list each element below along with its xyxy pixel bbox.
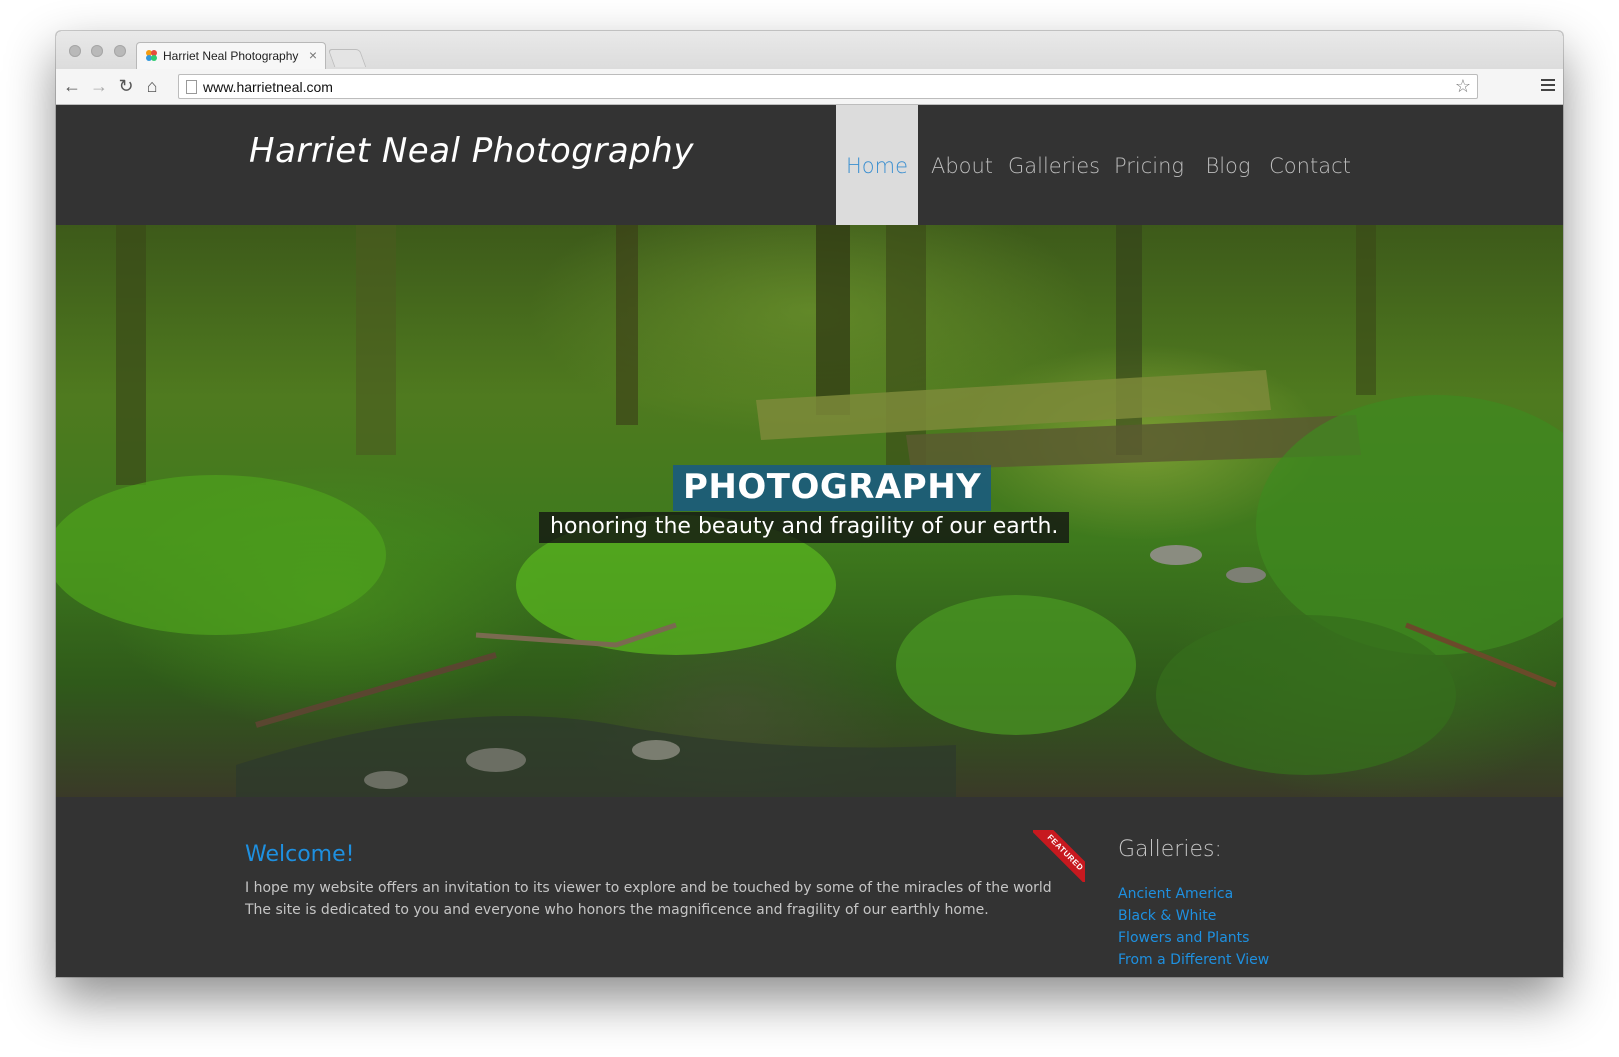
nav-blog[interactable]: Blog [1200,105,1256,225]
forward-icon[interactable]: → [88,75,110,97]
favicon-icon [146,50,157,61]
close-tab-icon[interactable]: × [309,47,317,63]
gallery-link-flowers-plants[interactable]: Flowers and Plants [1118,927,1269,949]
tab-title: Harriet Neal Photography [163,49,299,63]
new-tab-button[interactable] [327,49,367,67]
browser-toolbar: ← → ↻ ⌂ www.harrietneal.com ☆ [56,69,1563,105]
welcome-heading: Welcome! [245,842,355,867]
home-icon[interactable]: ⌂ [141,75,163,97]
featured-ribbon: FEATURED [1033,830,1085,882]
site-title[interactable]: Harriet Neal Photography [249,131,694,171]
welcome-text: I hope my website offers an invitation t… [245,880,1052,918]
minimize-window-button[interactable] [91,45,104,57]
maximize-window-button[interactable] [113,45,126,57]
close-window-button[interactable] [69,45,81,57]
hero-banner: PHOTOGRAPHY honoring the beauty and frag… [56,225,1563,797]
gallery-links: Ancient America Black & White Flowers an… [1118,883,1269,971]
address-bar[interactable]: www.harrietneal.com ☆ [178,74,1478,99]
galleries-heading: Galleries: [1118,837,1222,862]
nav-home[interactable]: Home [836,105,918,225]
reload-icon[interactable]: ↻ [115,75,137,97]
browser-tab[interactable]: Harriet Neal Photography × [136,42,326,69]
nav-pricing[interactable]: Pricing [1110,105,1188,225]
hero-subtitle: honoring the beauty and fragility of our… [539,512,1070,543]
bookmark-star-icon[interactable]: ☆ [1455,76,1471,97]
gallery-link-different-view[interactable]: From a Different View [1118,949,1269,971]
content-area: Welcome! I hope my website offers an inv… [56,797,1563,977]
gallery-link-black-white[interactable]: Black & White [1118,905,1269,927]
page-icon [186,80,197,94]
nav-about[interactable]: About [927,105,997,225]
featured-badge: FEATURED [1033,830,1085,882]
gallery-link-ancient-america[interactable]: Ancient America [1118,883,1269,905]
browser-window: Harriet Neal Photography × ← → ↻ ⌂ www.h… [56,31,1563,977]
url-text[interactable]: www.harrietneal.com [203,79,333,95]
forest-photo [56,225,1563,797]
nav-contact[interactable]: Contact [1268,105,1352,225]
back-icon[interactable]: ← [61,75,83,97]
hero-title: PHOTOGRAPHY [673,465,992,511]
tab-strip: Harriet Neal Photography × [56,31,1563,69]
window-controls [69,44,132,62]
nav-galleries[interactable]: Galleries [1008,105,1100,225]
menu-icon[interactable] [1541,79,1555,94]
